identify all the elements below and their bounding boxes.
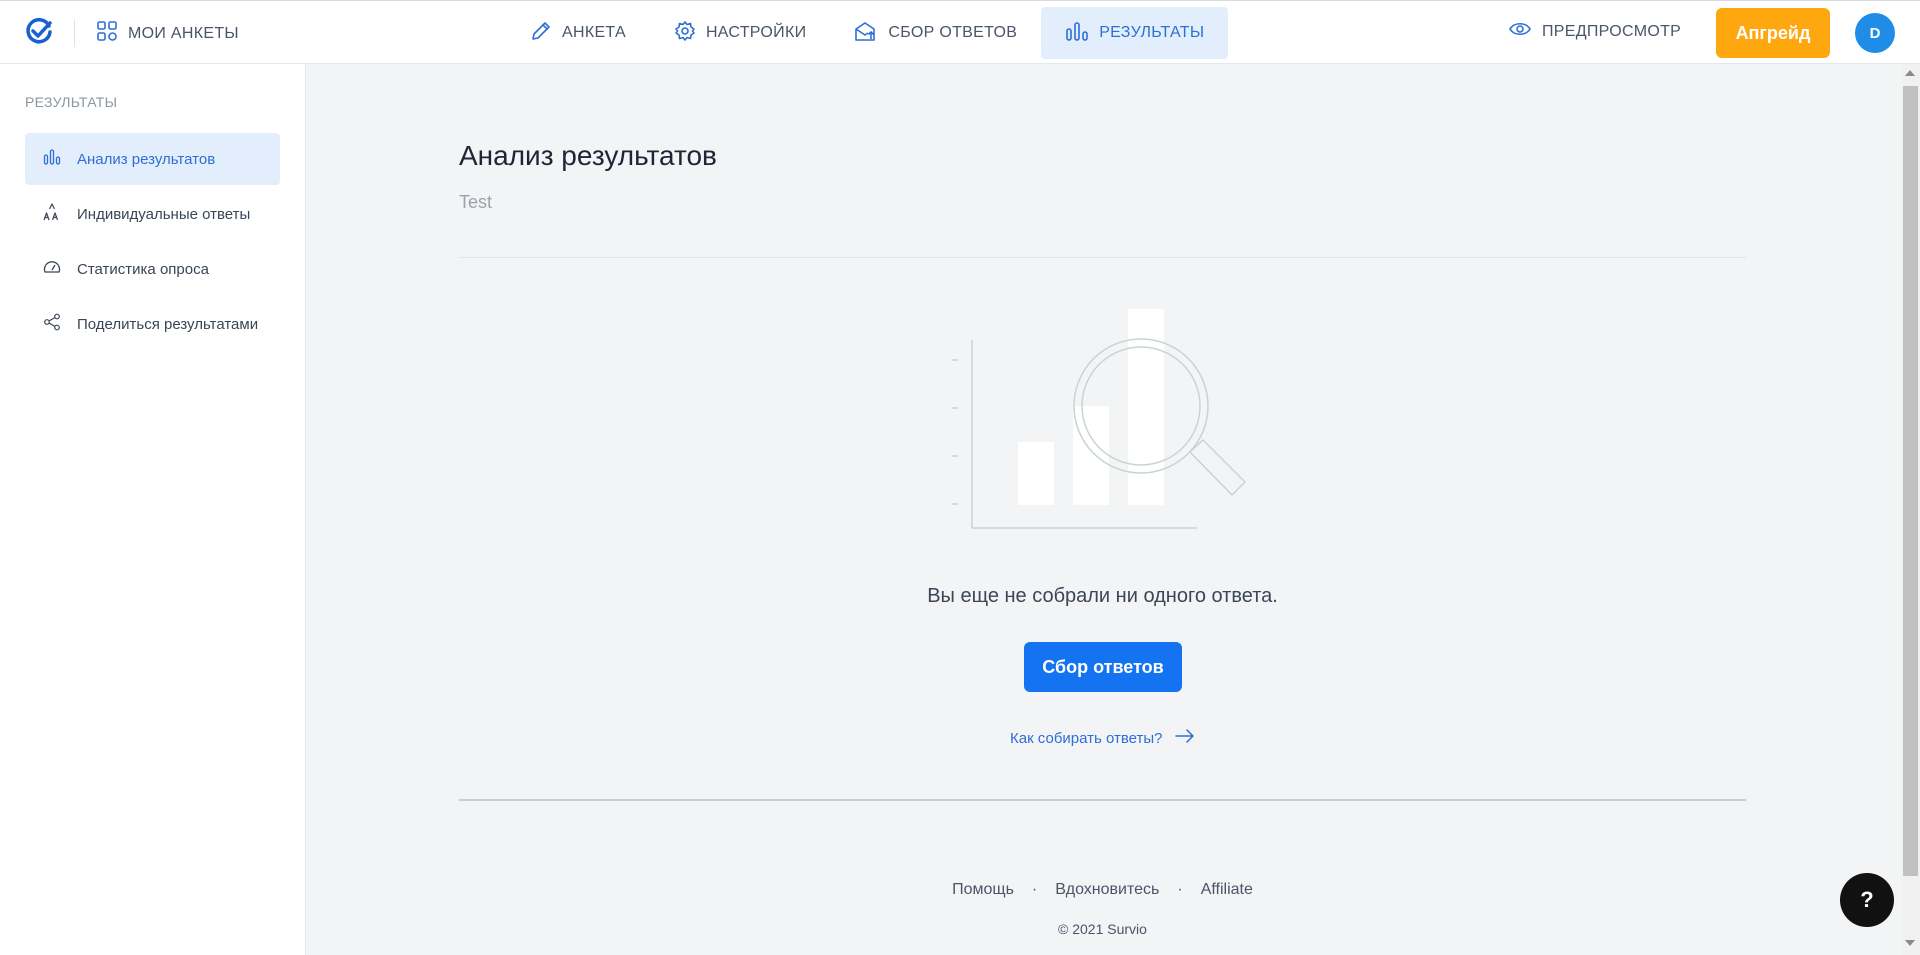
footer-separator: ·	[1177, 881, 1183, 898]
sidebar-item-label: Статистика опроса	[77, 260, 209, 278]
page-title: Анализ результатов	[459, 140, 717, 171]
tab-results-label: РЕЗУЛЬТАТЫ	[1099, 24, 1205, 41]
tab-settings[interactable]: НАСТРОЙКИ	[650, 7, 830, 59]
footer-separator: ·	[1031, 881, 1038, 898]
sidebar-item-analysis[interactable]: Анализ результатов	[25, 133, 280, 185]
footer-link-inspire[interactable]: Вдохновитесь	[1055, 881, 1159, 899]
survio-logo-icon[interactable]	[24, 17, 54, 47]
scrollbar-thumb[interactable]	[1903, 86, 1918, 876]
main-nav: АНКЕТА НАСТРОЙКИ СБОР ОТВЕТОВ РЕЗУЛЬТАТЫ	[506, 7, 1229, 59]
header-divider	[74, 19, 75, 47]
scroll-up-arrow-icon[interactable]	[1905, 70, 1915, 76]
help-button[interactable]: ?	[1840, 873, 1894, 927]
how-to-collect-link[interactable]: Как собирать ответы?	[1010, 729, 1195, 747]
tab-results[interactable]: РЕЗУЛЬТАТЫ	[1041, 7, 1229, 59]
avatar[interactable]: D	[1855, 13, 1895, 53]
footer-links: Помощь · Вдохновитесь · Affiliate	[459, 881, 1746, 899]
preview-label: ПРЕДПРОСМОТР	[1542, 22, 1682, 40]
top-header: МОИ АНКЕТЫ АНКЕТА НАСТРОЙКИ СБОР ОТВЕТОВ…	[0, 0, 1920, 64]
collect-responses-button[interactable]: Сбор ответов	[1024, 642, 1182, 692]
empty-results-illustration	[945, 300, 1255, 545]
grid-icon	[96, 20, 118, 47]
sidebar-title: РЕЗУЛЬТАТЫ	[25, 94, 118, 110]
sidebar-item-share-results[interactable]: Поделиться результатами	[25, 298, 280, 350]
how-to-collect-label: Как собирать ответы?	[1010, 729, 1163, 747]
upgrade-button[interactable]: Апгрейд	[1716, 8, 1830, 58]
empty-state-message: Вы еще не собрали ни одного ответа.	[927, 585, 1278, 607]
sidebar-item-statistics[interactable]: Статистика опроса	[25, 243, 280, 295]
scroll-down-arrow-icon[interactable]	[1905, 940, 1915, 946]
tab-survey[interactable]: АНКЕТА	[506, 7, 650, 59]
tab-collect-label: СБОР ОТВЕТОВ	[888, 24, 1018, 41]
pencil-icon	[530, 20, 552, 47]
share-icon	[43, 313, 61, 335]
bar-chart-icon	[43, 148, 61, 170]
divider	[459, 257, 1746, 258]
sidebar-item-label: Поделиться результатами	[77, 315, 259, 333]
text-aa-icon	[43, 203, 61, 225]
footer-divider	[459, 799, 1746, 801]
tab-settings-label: НАСТРОЙКИ	[705, 24, 807, 41]
my-surveys-label: МОИ АНКЕТЫ	[128, 24, 239, 42]
survey-name: Test	[459, 192, 493, 212]
preview-link[interactable]: ПРЕДПРОСМОТР	[1508, 20, 1681, 43]
sidebar-item-label: Анализ результатов	[77, 150, 216, 168]
sidebar-item-label: Индивидуальные ответы	[77, 205, 251, 223]
footer-link-help[interactable]: Помощь	[952, 881, 1014, 899]
sidebar: РЕЗУЛЬТАТЫ Анализ результатов Индивидуал…	[0, 64, 306, 955]
gear-icon	[674, 20, 696, 47]
copyright: © 2021 Survio	[1058, 921, 1147, 937]
bar-chart-icon	[1065, 20, 1089, 47]
arrow-right-icon	[1174, 729, 1195, 747]
tab-survey-label: АНКЕТА	[562, 24, 626, 41]
my-surveys-link[interactable]: МОИ АНКЕТЫ	[96, 20, 239, 47]
tab-collect-responses[interactable]: СБОР ОТВЕТОВ	[830, 7, 1041, 59]
footer-link-affiliate[interactable]: Affiliate	[1201, 881, 1253, 899]
sidebar-item-individual-answers[interactable]: Индивидуальные ответы	[25, 188, 280, 240]
envelope-upload-icon	[854, 20, 878, 47]
sidebar-menu: Анализ результатов Индивидуальные ответы…	[25, 133, 280, 353]
gauge-icon	[43, 258, 61, 280]
eye-icon	[1508, 20, 1532, 43]
